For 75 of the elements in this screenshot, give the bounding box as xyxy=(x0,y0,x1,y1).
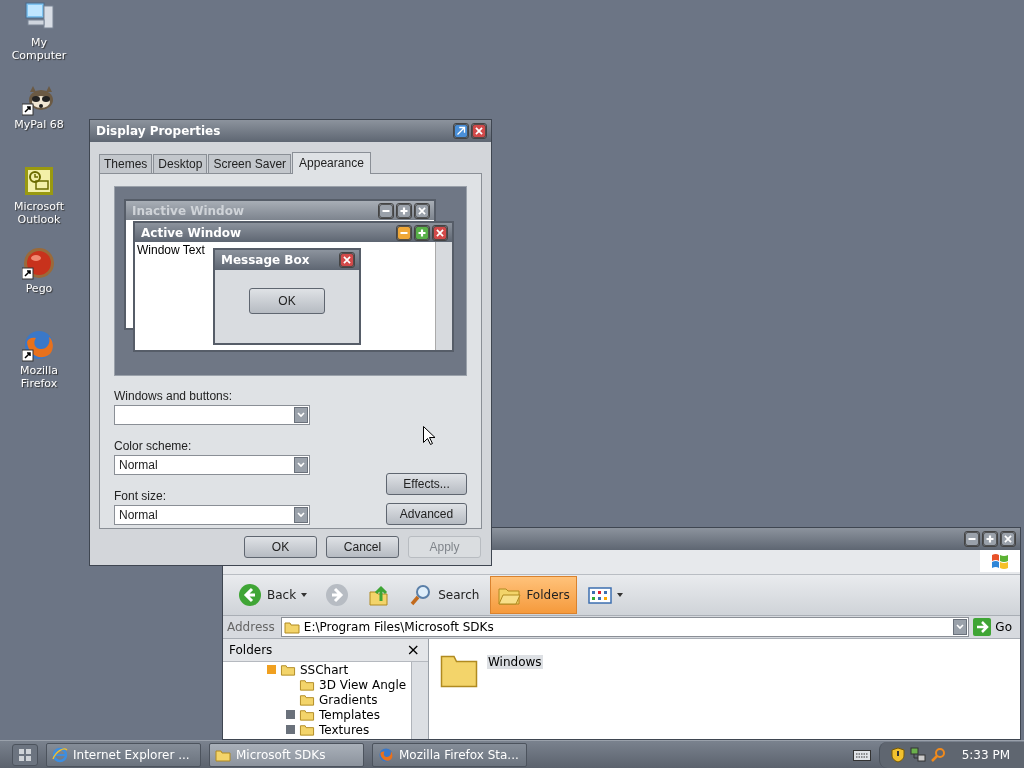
close-button[interactable] xyxy=(1000,531,1016,547)
fox-globe-icon xyxy=(378,746,394,763)
calendar-clock-icon[interactable] xyxy=(22,164,56,198)
grid-icon xyxy=(19,748,31,761)
close-button[interactable] xyxy=(414,202,430,219)
tree-item[interactable]: SSChart xyxy=(267,662,349,677)
window-title: Display Properties xyxy=(96,124,222,138)
clock: 5:33 PM xyxy=(961,747,1010,762)
field-label: Font size: xyxy=(114,489,168,503)
keyboard-icon[interactable] xyxy=(852,747,871,762)
close-button[interactable] xyxy=(432,224,448,241)
dialog-button[interactable]: Effects... xyxy=(386,473,467,495)
address-field[interactable]: E:\Program Files\Microsoft SDKs xyxy=(280,617,970,637)
mouse-pointer-icon xyxy=(423,426,435,445)
back-button[interactable]: Back xyxy=(231,576,315,614)
window-title: Message Box xyxy=(221,253,311,267)
caret-icon xyxy=(301,593,308,597)
taskbar-button[interactable]: Internet Explorer ... xyxy=(46,742,201,767)
dialog-button[interactable]: Advanced xyxy=(386,503,467,525)
minimize-button[interactable] xyxy=(964,531,980,547)
maximize-button[interactable] xyxy=(396,202,412,219)
pane-title: Folders xyxy=(229,643,273,657)
windows-flag-icon xyxy=(990,552,1010,570)
window-title: Active Window xyxy=(141,225,243,240)
minimize-button[interactable] xyxy=(378,202,394,219)
tree-item[interactable]: Templates xyxy=(267,707,380,722)
file-name[interactable]: Windows xyxy=(487,655,543,669)
dropdown[interactable] xyxy=(114,405,310,425)
desktop-icon-label[interactable]: Pego xyxy=(4,282,74,295)
go-button[interactable]: Go xyxy=(973,618,1018,636)
tree-item[interactable]: 3D View Angle xyxy=(267,677,407,692)
folders-button[interactable]: Folders xyxy=(490,576,577,614)
tab[interactable]: Screen Saver xyxy=(208,154,292,173)
dialog-button[interactable]: Cancel xyxy=(326,536,399,558)
tab[interactable]: Appearance xyxy=(292,152,371,174)
close-button[interactable]: × xyxy=(406,642,420,658)
tree-item[interactable]: Textures xyxy=(267,722,370,737)
shortcut-orb-icon[interactable] xyxy=(22,246,56,280)
folder-icon xyxy=(299,677,315,692)
maximize-button[interactable] xyxy=(414,224,430,241)
caret-icon xyxy=(616,593,623,597)
desktop-icon-label[interactable]: Microsoft Outlook xyxy=(4,200,74,226)
folder-icon xyxy=(299,692,315,707)
field-label: Windows and buttons: xyxy=(114,389,234,403)
address-label: Address xyxy=(226,620,276,634)
dropdown[interactable]: Normal xyxy=(114,505,310,525)
folder-icon xyxy=(280,662,296,677)
dialog-button[interactable]: OK xyxy=(244,536,317,558)
search-button[interactable]: Search xyxy=(402,576,487,614)
maximize-button[interactable] xyxy=(982,531,998,547)
window-text: Window Text xyxy=(136,242,206,258)
shortcut-fox-globe-icon[interactable] xyxy=(22,328,56,362)
minimize-button[interactable] xyxy=(396,224,412,241)
ok-button[interactable]: OK xyxy=(249,288,325,314)
go-arrow-icon xyxy=(973,618,992,636)
window-title: Inactive Window xyxy=(132,203,246,218)
folder-icon xyxy=(299,707,315,722)
close-button[interactable] xyxy=(471,123,487,139)
folder-icon xyxy=(299,722,315,737)
tree-item[interactable]: Gradients xyxy=(267,692,378,707)
desktop-icon-label[interactable]: My Computer xyxy=(4,36,74,62)
folder-icon xyxy=(283,619,300,635)
globe-e-icon xyxy=(52,746,68,763)
desktop-icon-label[interactable]: Mozilla Firefox xyxy=(4,364,74,390)
tab[interactable]: Desktop xyxy=(153,154,208,173)
help-button[interactable] xyxy=(453,123,469,139)
field-label: Color scheme: xyxy=(114,439,193,453)
taskbar-button[interactable]: Mozilla Firefox Sta... xyxy=(372,742,527,767)
tab[interactable]: Themes xyxy=(99,154,153,173)
dropdown[interactable]: Normal xyxy=(114,455,310,475)
shield-icon[interactable] xyxy=(889,746,906,763)
start-button[interactable] xyxy=(12,743,38,766)
close-button[interactable] xyxy=(339,252,355,268)
network-icon[interactable] xyxy=(909,746,926,763)
desktop-icon-label[interactable]: MyPal 68 xyxy=(4,118,74,131)
